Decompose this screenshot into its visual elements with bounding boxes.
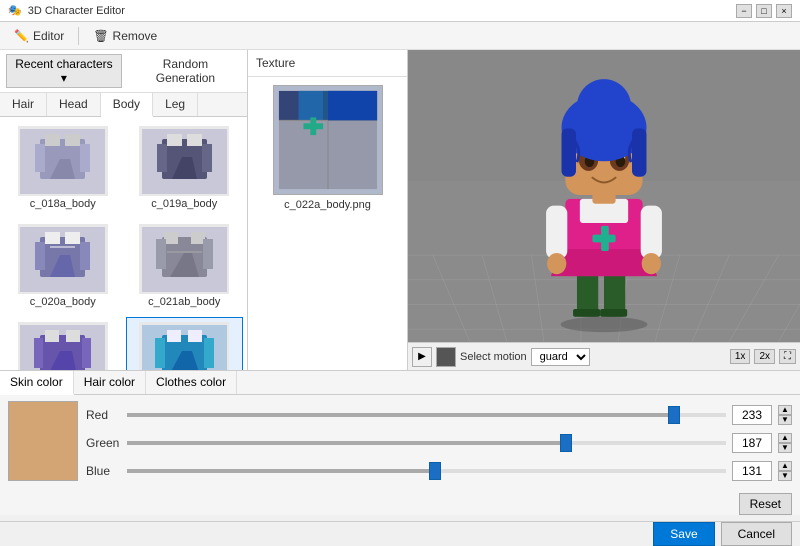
- red-slider-track[interactable]: [127, 413, 726, 417]
- motion-label: Select motion: [460, 351, 527, 363]
- tab-hair[interactable]: Hair: [0, 93, 47, 116]
- tab-body[interactable]: Body: [101, 93, 153, 117]
- fullscreen-button[interactable]: ⛶: [779, 349, 796, 364]
- color-controls: Red ▲ ▼ Green: [0, 395, 800, 521]
- thumb-c021a: [18, 322, 108, 370]
- red-slider-row: Red ▲ ▼: [86, 405, 792, 425]
- blue-label: Blue: [86, 464, 121, 478]
- green-spinner: ▲ ▼: [778, 433, 792, 453]
- red-up-button[interactable]: ▲: [778, 405, 792, 415]
- blue-value-input[interactable]: [732, 461, 772, 481]
- green-value-input[interactable]: [732, 433, 772, 453]
- right-panel: ▶ Select motion guard idle walk 1x 2x ⛶: [408, 50, 800, 370]
- body-grid-container[interactable]: c_018a_body: [0, 117, 247, 370]
- remove-button[interactable]: 🗑 Remove: [87, 27, 163, 45]
- grid-item-c021a[interactable]: c_021a_body: [4, 317, 122, 370]
- green-slider-track[interactable]: [127, 441, 726, 445]
- blue-spinner: ▲ ▼: [778, 461, 792, 481]
- texture-filename: c_022a_body.png: [284, 199, 371, 211]
- recent-chars-button[interactable]: Recent characters ▾: [6, 54, 122, 88]
- middle-panel: Texture: [248, 50, 408, 370]
- title-bar: 🎭 3D Character Editor − □ ×: [0, 0, 800, 22]
- body-tabs-row: Hair Head Body Leg: [0, 93, 247, 117]
- cancel-button[interactable]: Cancel: [721, 522, 792, 546]
- blue-up-button[interactable]: ▲: [778, 461, 792, 471]
- green-down-button[interactable]: ▼: [778, 443, 792, 453]
- grid-item-c021ab[interactable]: c_021ab_body: [126, 219, 244, 313]
- viewport-3d[interactable]: [408, 50, 800, 342]
- body-grid: c_018a_body: [4, 121, 243, 370]
- playback-bar: ▶ Select motion guard idle walk 1x 2x ⛶: [408, 342, 800, 370]
- grid-item-c019a[interactable]: c_019a_body: [126, 121, 244, 215]
- pencil-icon: ✏️: [14, 29, 29, 43]
- red-label: Red: [86, 408, 121, 422]
- color-tabs-row: Skin color Hair color Clothes color: [0, 371, 800, 395]
- content-area: Recent characters ▾ Random Generation Ha…: [0, 50, 800, 370]
- character-display: [408, 50, 800, 342]
- stop-button[interactable]: [436, 347, 456, 367]
- thumb-c021ab: [139, 224, 229, 294]
- green-up-button[interactable]: ▲: [778, 433, 792, 443]
- reset-button[interactable]: Reset: [739, 493, 792, 515]
- label-c021ab: c_021ab_body: [148, 296, 220, 308]
- maximize-button[interactable]: □: [756, 4, 772, 18]
- tab-leg[interactable]: Leg: [153, 93, 198, 116]
- left-panel: Recent characters ▾ Random Generation Ha…: [0, 50, 248, 370]
- play-button[interactable]: ▶: [412, 347, 432, 367]
- red-value-input[interactable]: [732, 405, 772, 425]
- minimize-button[interactable]: −: [736, 4, 752, 18]
- window-title: 3D Character Editor: [28, 5, 125, 17]
- color-tab-clothes[interactable]: Clothes color: [146, 371, 237, 394]
- blue-down-button[interactable]: ▼: [778, 471, 792, 481]
- app-icon: 🎭: [8, 4, 22, 17]
- color-tab-hair[interactable]: Hair color: [74, 371, 146, 394]
- editor-button[interactable]: ✏️ Editor: [8, 27, 70, 45]
- color-tab-skin[interactable]: Skin color: [0, 371, 74, 395]
- grid-item-c022a[interactable]: c_022a_body: [126, 317, 244, 370]
- red-down-button[interactable]: ▼: [778, 415, 792, 425]
- thumb-c019a: [139, 126, 229, 196]
- label-c020a: c_020a_body: [30, 296, 96, 308]
- speed-2x-button[interactable]: 2x: [754, 349, 775, 364]
- blue-slider-track[interactable]: [127, 469, 726, 473]
- thumb-c022a: [139, 322, 229, 370]
- green-label: Green: [86, 436, 121, 450]
- motion-select[interactable]: guard idle walk: [531, 348, 590, 366]
- bottom-panel: Skin color Hair color Clothes color Red …: [0, 370, 800, 515]
- thumb-c020a: [18, 224, 108, 294]
- random-generation-button[interactable]: Random Generation: [130, 55, 241, 87]
- color-preview: [8, 401, 78, 481]
- main-container: ✏️ Editor 🗑 Remove Recent characters ▾ R…: [0, 22, 800, 515]
- texture-area: c_022a_body.png: [248, 77, 407, 370]
- bottom-action-bar: Save Cancel: [0, 521, 800, 546]
- label-c018a: c_018a_body: [30, 198, 96, 210]
- top-toolbar: ✏️ Editor 🗑 Remove: [0, 22, 800, 50]
- green-slider-row: Green ▲ ▼: [86, 433, 792, 453]
- trash-icon: 🗑: [93, 29, 108, 43]
- sliders-area: Red ▲ ▼ Green: [86, 401, 792, 515]
- speed-1x-button[interactable]: 1x: [730, 349, 751, 364]
- save-button[interactable]: Save: [653, 522, 714, 546]
- character-svg: [504, 56, 704, 336]
- tab-head[interactable]: Head: [47, 93, 101, 116]
- blue-slider-row: Blue ▲ ▼: [86, 461, 792, 481]
- grid-item-c020a[interactable]: c_020a_body: [4, 219, 122, 313]
- toolbar-separator: [78, 27, 79, 45]
- label-c019a: c_019a_body: [151, 198, 217, 210]
- grid-item-c018a[interactable]: c_018a_body: [4, 121, 122, 215]
- green-slider-thumb[interactable]: [560, 434, 572, 452]
- left-top-bar: Recent characters ▾ Random Generation: [0, 50, 247, 93]
- thumb-c018a: [18, 126, 108, 196]
- red-slider-thumb[interactable]: [668, 406, 680, 424]
- texture-thumbnail[interactable]: [273, 85, 383, 195]
- close-button[interactable]: ×: [776, 4, 792, 18]
- texture-label: Texture: [248, 50, 407, 77]
- blue-slider-thumb[interactable]: [429, 462, 441, 480]
- red-spinner: ▲ ▼: [778, 405, 792, 425]
